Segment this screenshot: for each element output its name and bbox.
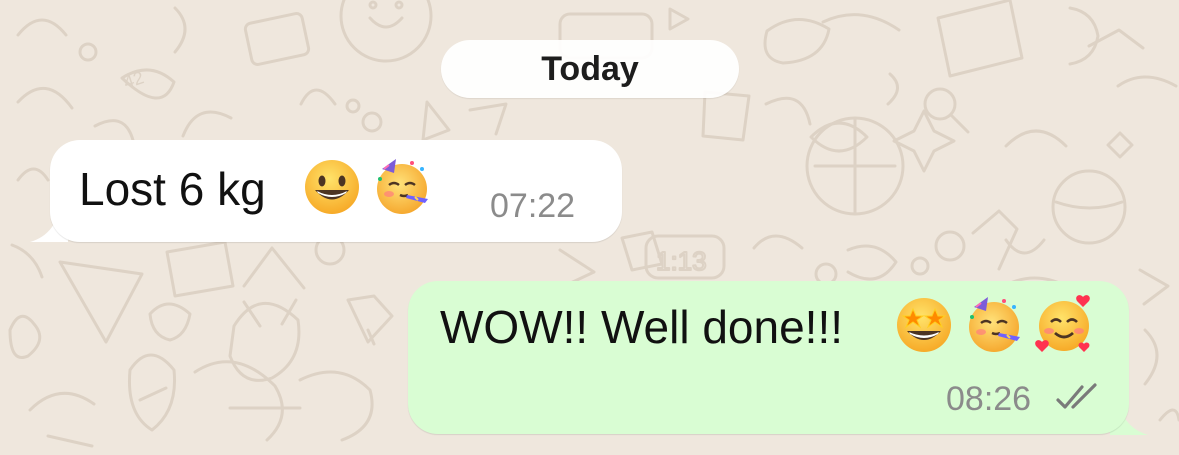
double-check-icon [1056,383,1097,409]
message-emoji-group [894,295,1094,355]
message-text: Lost 6 kg [79,163,266,215]
message-timestamp: 07:22 [490,187,576,225]
partying-face-emoji [969,297,1020,352]
message-text: WOW!! Well done!!! [440,301,844,353]
outgoing-message-bubble[interactable]: WOW!! Well done!!! 08:26 [408,281,1129,434]
partying-face-emoji [377,159,428,214]
svg-text:1:13: 1:13 [656,246,707,276]
star-struck-emoji [897,298,951,352]
grinning-face-emoji [305,160,359,214]
message-timestamp: 08:26 [946,380,1032,418]
date-separator: Today [441,40,739,98]
date-separator-label: Today [541,49,639,88]
incoming-message-bubble[interactable]: Lost 6 kg 07:22 [50,140,622,242]
message-emoji-group [302,157,432,217]
smiling-face-with-hearts-emoji [1035,295,1090,352]
